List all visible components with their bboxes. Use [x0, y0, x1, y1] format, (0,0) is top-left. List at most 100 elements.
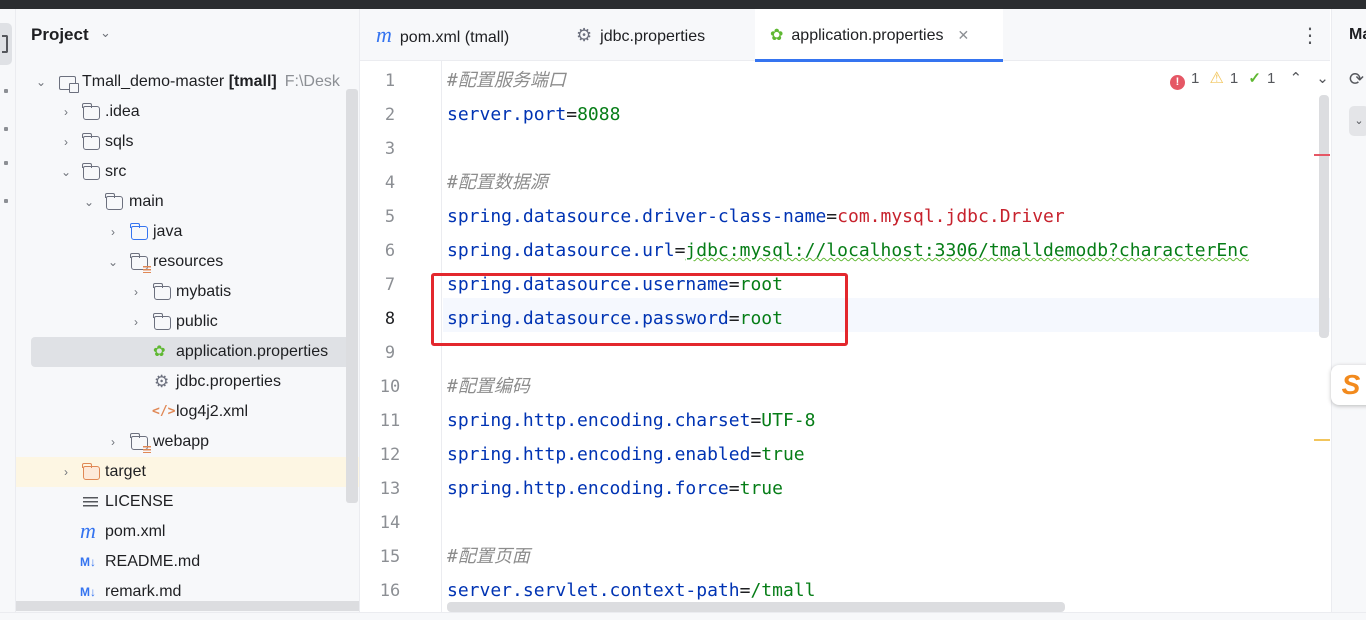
- line-number: 7: [384, 275, 396, 295]
- code-line[interactable]: server.port=8088: [447, 98, 620, 132]
- tool-dot[interactable]: [4, 161, 8, 165]
- project-tool-icon: [2, 35, 8, 53]
- maven-icon: m: [376, 22, 392, 47]
- warning-count: 1: [1229, 70, 1239, 87]
- tool-dot[interactable]: [4, 89, 8, 93]
- maven-panel-title[interactable]: Ma: [1349, 26, 1366, 44]
- tree-item-target[interactable]: › target: [16, 457, 359, 487]
- tree-item-main[interactable]: ⌄ main: [16, 187, 359, 217]
- chevron-right-icon[interactable]: ›: [59, 457, 73, 487]
- code-comment: #配置编码: [447, 376, 530, 397]
- equals-sign: =: [826, 206, 838, 227]
- tool-dot[interactable]: [4, 199, 8, 203]
- tool-dot[interactable]: [4, 127, 8, 131]
- chevron-right-icon[interactable]: ›: [106, 427, 120, 457]
- error-marker[interactable]: [1314, 154, 1330, 156]
- code-line[interactable]: spring.http.encoding.enabled=true: [447, 438, 805, 472]
- markdown-icon: M↓: [80, 555, 96, 569]
- editor-horizontal-scrollbar[interactable]: [447, 602, 1065, 612]
- code-line[interactable]: spring.datasource.url=jdbc:mysql://local…: [447, 234, 1249, 268]
- tree-item-resources[interactable]: ⌄ resources: [16, 247, 359, 277]
- tree-item-label: .idea: [105, 103, 140, 120]
- tree-item-mybatis[interactable]: › mybatis: [16, 277, 359, 307]
- source-folder-icon: [130, 223, 148, 240]
- property-key: spring.datasource.driver-class-name: [447, 206, 827, 227]
- web-folder-icon: [130, 433, 151, 453]
- tree-item-log4j2-xml[interactable]: </> log4j2.xml: [16, 397, 359, 427]
- tree-item-pom-xml[interactable]: m pom.xml: [16, 517, 359, 547]
- editor-vertical-scrollbar[interactable]: [1319, 95, 1329, 338]
- chevron-up-icon[interactable]: ⌃: [1289, 70, 1302, 87]
- property-value: true: [739, 478, 783, 499]
- tree-item-readme-md[interactable]: M↓ README.md: [16, 547, 359, 577]
- reload-icon[interactable]: ⟳: [1349, 69, 1364, 90]
- equals-sign: =: [674, 240, 686, 261]
- chevron-right-icon[interactable]: ›: [59, 97, 73, 127]
- left-tool-strip: [0, 9, 16, 620]
- project-tool-button[interactable]: [0, 23, 12, 65]
- excluded-folder-icon: [82, 463, 100, 480]
- code-line[interactable]: spring.http.encoding.charset=UTF-8: [447, 404, 815, 438]
- tree-item-jdbc-properties[interactable]: ⚙ jdbc.properties: [16, 367, 359, 397]
- code-line[interactable]: #配置编码: [447, 370, 530, 404]
- property-key: spring.http.encoding.enabled: [447, 444, 751, 465]
- code-line[interactable]: #配置服务端口: [447, 64, 566, 98]
- property-value: 8088: [577, 104, 621, 125]
- highlight-annotation-box: [431, 273, 848, 346]
- check-icon: ✓: [1248, 70, 1261, 87]
- floating-s-icon[interactable]: S: [1331, 365, 1366, 405]
- tree-item-label: public: [176, 313, 218, 330]
- chevron-right-icon[interactable]: ›: [129, 307, 143, 337]
- code-line[interactable]: spring.http.encoding.force=true: [447, 472, 783, 506]
- tree-item-webapp[interactable]: › webapp: [16, 427, 359, 457]
- tree-item-label-root: Tmall_demo-master [tmall] F:\Desk: [82, 67, 340, 97]
- tree-item-src[interactable]: ⌄ src: [16, 157, 359, 187]
- close-icon[interactable]: ✕: [958, 27, 970, 43]
- tree-item-label: java: [153, 223, 183, 240]
- project-horizontal-scrollbar[interactable]: [16, 601, 359, 611]
- chevron-down-icon[interactable]: ⌄: [34, 67, 48, 97]
- more-vertical-icon[interactable]: ⋮: [1300, 23, 1320, 47]
- warning-marker[interactable]: [1314, 439, 1330, 441]
- tree-item-application-properties[interactable]: ✿ application.properties: [31, 337, 354, 367]
- chevron-down-icon[interactable]: ⌄: [59, 157, 73, 187]
- project-vertical-scrollbar[interactable]: [346, 89, 358, 503]
- equals-sign: =: [566, 104, 578, 125]
- project-panel-title[interactable]: Project: [31, 25, 89, 45]
- tree-item-project-root[interactable]: ⌄ Tmall_demo-master [tmall] F:\Desk: [16, 67, 359, 97]
- chevron-right-icon[interactable]: ›: [129, 277, 143, 307]
- tree-item-idea[interactable]: › .idea: [16, 97, 359, 127]
- line-number: 3: [384, 139, 396, 159]
- tree-item-public[interactable]: › public: [16, 307, 359, 337]
- chevron-down-icon[interactable]: ⌄: [106, 247, 120, 277]
- code-comment: #配置数据源: [447, 172, 548, 193]
- tab-application-properties[interactable]: ✿ application.properties ✕: [755, 9, 1003, 62]
- line-number: 13: [379, 479, 401, 499]
- resources-folder-icon: [130, 253, 151, 273]
- line-number: 14: [379, 513, 401, 533]
- tree-item-java[interactable]: › java: [16, 217, 359, 247]
- tab-jdbc-properties[interactable]: ⚙ jdbc.properties: [576, 9, 746, 61]
- line-number: 4: [384, 173, 396, 193]
- line-number: 1: [384, 71, 396, 91]
- code-line[interactable]: #配置数据源: [447, 166, 548, 200]
- markdown-icon: M↓: [80, 585, 96, 599]
- tree-item-label: jdbc.properties: [176, 373, 281, 390]
- tree-item-license[interactable]: LICENSE: [16, 487, 359, 517]
- chevron-down-icon[interactable]: ⌄: [100, 26, 111, 41]
- tree-item-label: sqls: [105, 133, 134, 150]
- error-count: 1: [1191, 70, 1200, 87]
- folder-icon: [82, 103, 100, 120]
- chevron-right-icon[interactable]: ›: [59, 127, 73, 157]
- folder-icon: [105, 193, 123, 210]
- editor-tab-bar: m pom.xml (tmall) ⚙ jdbc.properties ✿ appli…: [360, 9, 1330, 62]
- code-line[interactable]: #配置页面: [447, 540, 530, 574]
- code-line[interactable]: spring.datasource.driver-class-name=com.…: [447, 200, 1065, 234]
- chevron-down-icon[interactable]: ⌄: [1316, 70, 1329, 87]
- dropdown-button[interactable]: ⌄: [1349, 106, 1366, 136]
- chevron-down-icon[interactable]: ⌄: [82, 187, 96, 217]
- inspection-widget[interactable]: ! 1 ⚠ 1 ✓ 1 ⌃ ⌄: [1170, 68, 1335, 90]
- chevron-right-icon[interactable]: ›: [106, 217, 120, 247]
- tab-pom-xml[interactable]: m pom.xml (tmall): [376, 9, 556, 61]
- tree-item-sqls[interactable]: › sqls: [16, 127, 359, 157]
